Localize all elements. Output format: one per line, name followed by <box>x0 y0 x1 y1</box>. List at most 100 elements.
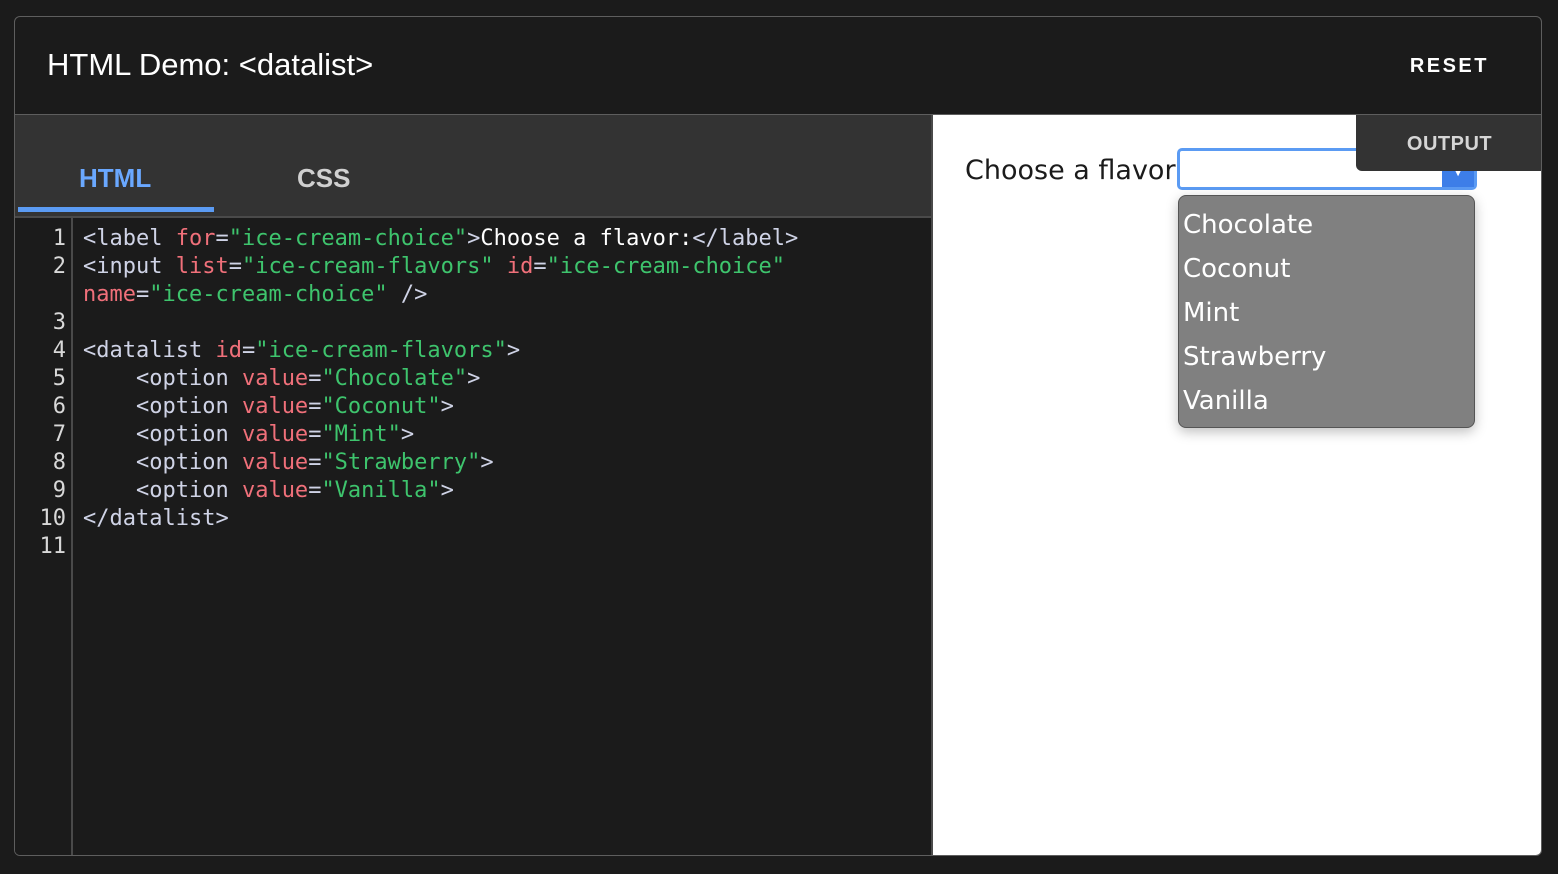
code-token: <option <box>83 394 242 419</box>
demo-header: HTML Demo: <datalist> RESET <box>15 17 1541 115</box>
code-token: > <box>440 394 454 419</box>
output-tab[interactable]: OUTPUT <box>1356 115 1541 171</box>
line-number: 9 <box>52 478 66 503</box>
page-title: HTML Demo: <datalist> <box>47 47 374 82</box>
code-token: "ice-cream-choice" <box>546 254 786 279</box>
editor-tabs: HTML CSS <box>15 115 931 218</box>
code-line[interactable]: 1 <label for="ice-cream-choice">Choose a … <box>15 225 931 253</box>
code-text: <option value="Strawberry"> <box>83 449 494 477</box>
code-token: > <box>440 478 454 503</box>
code-token: "ice-cream-flavors" <box>255 338 507 363</box>
code-line[interactable]: 10 </datalist> <box>15 505 931 533</box>
code-text: <option value="Vanilla"> <box>83 477 454 505</box>
output-panel: OUTPUT Choose a flavor: ▼ ChocolateCocon… <box>933 115 1541 855</box>
code-token: "ice-cream-choice" <box>228 226 468 251</box>
line-number: 10 <box>39 506 67 531</box>
line-number: 7 <box>52 422 66 447</box>
code-token: value <box>241 478 309 503</box>
code-line[interactable]: 5 <option value="Chocolate"> <box>15 365 931 393</box>
code-token: Choose a flavor: <box>480 226 693 251</box>
code-token: <option <box>83 366 242 391</box>
code-token: <option <box>83 422 242 447</box>
code-token: = <box>241 338 256 363</box>
code-token: = <box>308 478 322 503</box>
code-token: "ice-cream-choice" <box>149 282 388 307</box>
code-token: value <box>241 394 309 419</box>
code-content[interactable]: 1 <label for="ice-cream-choice">Choose a … <box>15 225 931 561</box>
code-token: /> <box>387 282 428 307</box>
datalist-option[interactable]: Coconut <box>1179 247 1474 291</box>
code-text: name="ice-cream-choice" /> <box>83 281 427 309</box>
code-line[interactable]: 3 <box>15 309 931 337</box>
code-text: <input list="ice-cream-flavors" id="ice-… <box>83 253 785 281</box>
code-token: </datalist> <box>83 506 229 531</box>
code-token: <input <box>83 254 176 279</box>
code-token: value <box>241 450 309 475</box>
datalist-option[interactable]: Mint <box>1179 291 1474 335</box>
code-line[interactable]: 8 <option value="Strawberry"> <box>15 449 931 477</box>
code-token: value <box>241 366 309 391</box>
datalist-option[interactable]: Vanilla <box>1179 379 1474 423</box>
code-token: = <box>308 394 322 419</box>
tab-html[interactable]: HTML <box>79 163 151 194</box>
code-token: <label <box>83 226 176 251</box>
code-token: = <box>533 254 547 279</box>
code-editor-panel: HTML CSS 1 <label for="ice-cream-choice">… <box>15 115 933 855</box>
code-token: "ice-cream-flavors" <box>241 254 494 279</box>
flavor-label: Choose a flavor: <box>965 155 1185 186</box>
line-number: 4 <box>52 338 66 363</box>
line-number: 3 <box>52 310 66 335</box>
code-line[interactable]: 2 <input list="ice-cream-flavors" id="ice… <box>15 253 931 281</box>
datalist-option[interactable]: Strawberry <box>1179 335 1474 379</box>
code-token: > <box>480 450 494 475</box>
line-number: 6 <box>52 394 66 419</box>
line-number: 2 <box>52 254 66 279</box>
code-token: = <box>135 282 150 307</box>
code-token: = <box>215 226 229 251</box>
code-token: "Mint" <box>321 422 401 447</box>
code-token: "Chocolate" <box>321 366 468 391</box>
code-token: "Strawberry" <box>321 450 481 475</box>
tab-css[interactable]: CSS <box>297 163 350 194</box>
code-text: <label for="ice-cream-choice">Choose a f… <box>83 225 798 253</box>
code-text: </datalist> <box>83 505 229 533</box>
code-token: id <box>215 338 242 363</box>
code-text: <option value="Mint"> <box>83 421 414 449</box>
code-token: <option <box>83 478 242 503</box>
code-token: <option <box>83 450 242 475</box>
code-line[interactable]: name="ice-cream-choice" /> <box>15 281 931 309</box>
code-token: > <box>467 366 481 391</box>
code-token: = <box>308 366 322 391</box>
line-number: 5 <box>52 366 66 391</box>
code-token: "Coconut" <box>321 394 441 419</box>
code-token: </label> <box>692 226 799 251</box>
code-token: name <box>83 282 136 307</box>
code-line[interactable]: 7 <option value="Mint"> <box>15 421 931 449</box>
code-token: = <box>308 422 322 447</box>
code-line[interactable]: 9 <option value="Vanilla"> <box>15 477 931 505</box>
code-token: > <box>400 422 415 447</box>
code-token: > <box>467 226 481 251</box>
code-token: for <box>175 226 216 251</box>
line-number: 1 <box>52 226 66 251</box>
reset-button[interactable]: RESET <box>1410 55 1489 78</box>
code-line[interactable]: 11 <box>15 533 931 561</box>
code-token: = <box>308 450 322 475</box>
code-text: <datalist id="ice-cream-flavors"> <box>83 337 520 365</box>
code-text: <option value="Coconut"> <box>83 393 454 421</box>
demo-frame: HTML Demo: <datalist> RESET HTML CSS 1 <l… <box>14 16 1542 856</box>
code-token: value <box>241 422 309 447</box>
datalist-option[interactable]: Chocolate <box>1179 203 1474 247</box>
code-token: "Vanilla" <box>321 478 441 503</box>
code-token: = <box>228 254 242 279</box>
code-token: list <box>175 254 229 279</box>
code-token: <datalist <box>83 338 216 363</box>
code-line[interactable]: 4 <datalist id="ice-cream-flavors"> <box>15 337 931 365</box>
code-token: > <box>506 338 521 363</box>
code-line[interactable]: 6 <option value="Coconut"> <box>15 393 931 421</box>
active-tab-indicator <box>18 207 214 212</box>
code-token: id <box>506 254 534 279</box>
datalist-dropdown: Chocolate Coconut Mint Strawberry Vanilla <box>1178 195 1475 428</box>
line-number: 8 <box>52 450 66 475</box>
